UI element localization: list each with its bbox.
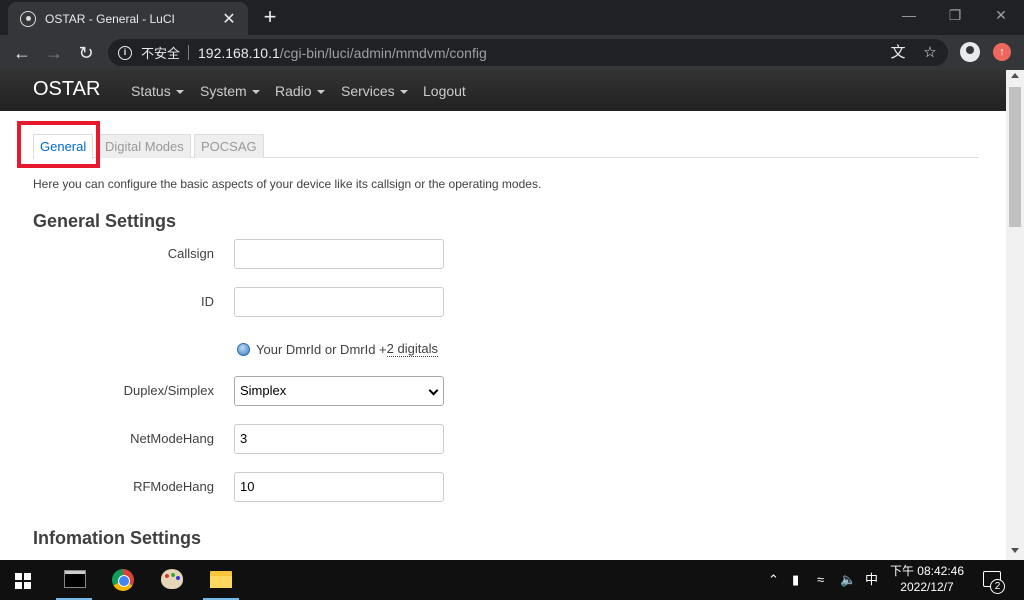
translate-icon[interactable]: 文	[888, 43, 908, 63]
battery-icon[interactable]: ▮	[792, 573, 799, 587]
information-settings-title: Infomation Settings	[33, 528, 201, 548]
window-restore-button[interactable]: ❐	[932, 0, 978, 30]
id-hint-link[interactable]: 2 digitals	[386, 341, 438, 357]
taskbar-clock[interactable]: 下午 08:42:46 2022/12/7	[886, 563, 968, 595]
id-input[interactable]	[234, 287, 444, 317]
netmodehang-label: NetModeHang	[130, 431, 214, 446]
caret-down-icon	[175, 90, 184, 95]
menu-system[interactable]: System	[200, 83, 260, 99]
windows-start-icon[interactable]	[15, 573, 31, 589]
menu-radio[interactable]: Radio	[275, 83, 325, 99]
tab-close-icon[interactable]: ✕	[220, 9, 238, 29]
caret-down-icon	[399, 90, 408, 95]
menu-radio-label: Radio	[275, 83, 312, 99]
menu-services-label: Services	[341, 83, 395, 99]
id-hint: Your DmrId or DmrId + 2 digitals	[237, 341, 438, 357]
browser-toolbar: ← → ↻ i 不安全 192.168.10.1/cgi-bin/luci/ad…	[0, 35, 1024, 70]
duplex-label: Duplex/Simplex	[123, 383, 214, 398]
taskbar-chrome[interactable]	[99, 560, 147, 600]
new-tab-button[interactable]: +	[258, 5, 282, 29]
caret-down-icon	[316, 90, 325, 95]
menu-services[interactable]: Services	[341, 83, 408, 99]
rfmodehang-input[interactable]: 10	[234, 472, 444, 502]
omnibox-divider	[188, 45, 190, 60]
forward-arrow-icon[interactable]: →	[40, 39, 68, 67]
clock-time: 下午 08:42:46	[889, 564, 965, 578]
profile-avatar-icon[interactable]	[960, 42, 980, 62]
taskbar-file-explorer[interactable]	[197, 560, 245, 600]
callsign-input[interactable]	[234, 239, 444, 269]
rfmodehang-label: RFModeHang	[133, 479, 214, 494]
callsign-label: Callsign	[167, 246, 214, 261]
address-bar[interactable]: i 不安全 192.168.10.1/cgi-bin/luci/admin/mm…	[108, 39, 948, 66]
help-icon	[237, 342, 250, 356]
highlight-box	[17, 121, 100, 168]
security-label[interactable]: 不安全	[141, 43, 180, 62]
page-scrollbar[interactable]	[1006, 70, 1024, 560]
paint-icon	[161, 569, 183, 589]
window-close-button[interactable]: ✕	[978, 0, 1024, 30]
general-settings-title: General Settings	[33, 211, 177, 231]
update-icon[interactable]: ↑	[993, 43, 1011, 61]
browser-tab-strip: OSTAR - General - LuCI ✕ + — ❐ ✕	[0, 0, 1024, 35]
clock-date: 2022/12/7	[900, 580, 954, 594]
menu-system-label: System	[200, 83, 247, 99]
url-host: 192.168.10.1	[198, 44, 280, 61]
url-path: /cgi-bin/luci/admin/mmdvm/config	[279, 44, 487, 61]
scroll-down-icon[interactable]	[1011, 548, 1019, 553]
tab-digital-modes[interactable]: Digital Modes	[98, 134, 191, 158]
scroll-up-icon[interactable]	[1011, 73, 1019, 78]
id-label: ID	[201, 294, 214, 309]
folder-icon	[210, 571, 232, 588]
taskbar-paint[interactable]	[148, 560, 196, 600]
chevron-down-icon	[428, 385, 439, 396]
taskbar-terminal[interactable]	[50, 560, 98, 600]
windows-taskbar: ⌃ ▮ ≈ 🔈 中	[0, 560, 1024, 600]
menu-status[interactable]: Status	[131, 83, 184, 99]
config-tabs: General Digital Modes POCSAG	[33, 134, 979, 159]
duplex-select-value: Simplex	[240, 383, 287, 398]
caret-down-icon	[251, 90, 260, 95]
terminal-icon	[64, 570, 86, 588]
info-icon[interactable]: i	[118, 45, 132, 60]
brand-logo[interactable]: OSTAR	[33, 78, 100, 101]
luci-navbar: OSTAR Status System Radio Services Logou…	[0, 70, 1006, 111]
reload-icon[interactable]: ↻	[72, 39, 100, 67]
window-minimize-button[interactable]: —	[886, 0, 932, 30]
volume-muted-icon[interactable]: 🔈	[840, 573, 856, 587]
bookmark-star-icon[interactable]: ☆	[920, 43, 940, 63]
netmodehang-input[interactable]: 3	[234, 424, 444, 454]
back-arrow-icon[interactable]: ←	[8, 39, 36, 67]
menu-status-label: Status	[131, 83, 171, 99]
ime-indicator[interactable]: 中	[865, 573, 878, 587]
radio-favicon-icon	[20, 10, 36, 27]
chrome-icon	[112, 569, 134, 591]
duplex-select[interactable]: Simplex	[234, 376, 444, 406]
tab-pocsag[interactable]: POCSAG	[194, 134, 264, 158]
id-hint-text: Your DmrId or DmrId +	[256, 341, 387, 357]
browser-tab-title: OSTAR - General - LuCI	[45, 11, 175, 26]
browser-tab[interactable]: OSTAR - General - LuCI ✕	[8, 2, 248, 35]
chevron-up-icon[interactable]: ⌃	[768, 573, 779, 587]
page-description: Here you can configure the basic aspects…	[33, 177, 542, 191]
scrollbar-thumb[interactable]	[1009, 87, 1021, 227]
menu-logout[interactable]: Logout	[423, 83, 466, 99]
wifi-icon[interactable]: ≈	[817, 573, 824, 587]
notification-count: 2	[990, 579, 1005, 594]
